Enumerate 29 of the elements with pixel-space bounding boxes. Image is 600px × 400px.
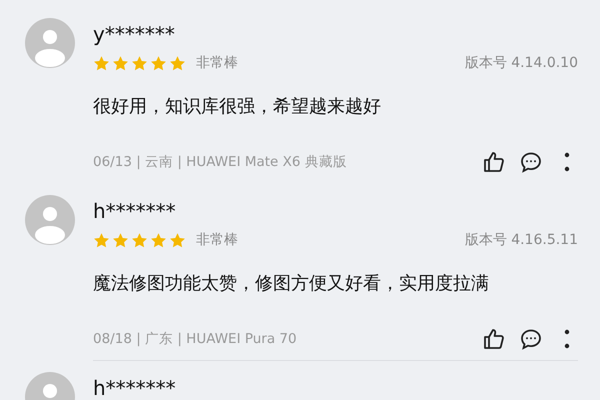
star-icon [112,54,129,72]
version-number: 版本号 4.16.5.11 [464,231,578,249]
review-text: 魔法修图功能太赞，修图方便又好看，实用度拉满 [93,272,490,296]
comment-icon[interactable] [519,327,543,351]
star-icon [131,54,148,72]
username: h******* [93,376,177,400]
star-icon [169,54,186,72]
star-icon [150,232,167,248]
avatar-icon [25,195,75,245]
username: y******* [93,22,176,46]
star-icon [150,54,167,72]
rating-label: 非常棒 [196,54,238,72]
review-text: 很好用，知识库很强，希望越来越好 [93,95,382,119]
username: h******* [93,199,177,223]
thumbs-up-icon[interactable] [482,327,506,351]
comment-icon[interactable] [519,150,543,174]
review-meta: 06/13 | 云南 | HUAWEI Mate X6 典藏版 [93,153,347,171]
more-icon[interactable] [564,328,570,350]
star-icon [93,232,110,248]
more-icon[interactable] [564,151,570,173]
rating-label: 非常棒 [196,231,238,249]
star-icon [112,232,129,248]
review-meta: 08/18 | 广东 | HUAWEI Pura 70 [93,330,297,348]
version-number: 版本号 4.14.0.10 [464,54,578,72]
star-icon [131,232,148,248]
star-icon [93,54,110,72]
avatar-icon [25,18,75,68]
thumbs-up-icon[interactable] [482,150,506,174]
star-icon [169,232,186,248]
